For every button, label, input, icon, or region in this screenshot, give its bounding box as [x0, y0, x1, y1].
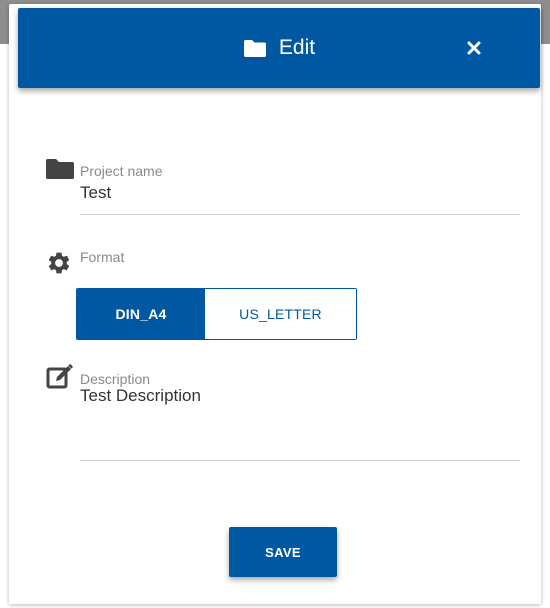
format-option-din-a4[interactable]: DIN_A4: [77, 289, 205, 339]
dialog-header: Edit: [18, 8, 540, 88]
format-option-us-letter[interactable]: US_LETTER: [205, 289, 356, 339]
format-toggle-group: DIN_A4 US_LETTER: [76, 288, 357, 340]
close-icon: [467, 41, 481, 55]
dialog-title: Edit: [278, 36, 316, 59]
save-button[interactable]: SAVE: [229, 527, 337, 577]
close-button[interactable]: [462, 36, 486, 60]
description-label: Description: [80, 371, 151, 387]
folder-icon: [46, 159, 74, 179]
gear-icon: [48, 252, 70, 274]
folder-icon: [243, 39, 266, 57]
edit-icon: [46, 363, 74, 389]
description-underline: [80, 460, 520, 461]
project-name-input[interactable]: [80, 182, 520, 204]
project-name-underline: [80, 214, 520, 215]
project-name-label: Project name: [80, 163, 163, 179]
format-label: Format: [80, 249, 125, 265]
description-textarea[interactable]: Test Description: [80, 386, 520, 456]
